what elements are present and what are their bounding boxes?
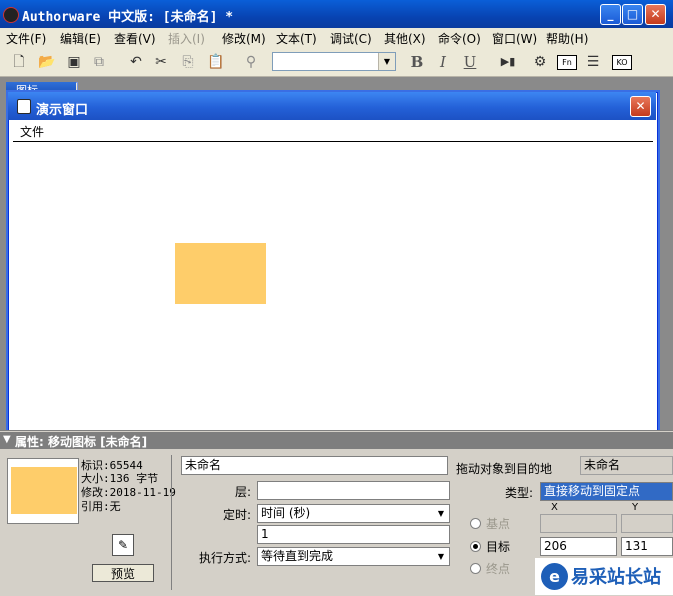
target-point-radio[interactable] <box>470 541 481 552</box>
run-icon[interactable]: ▶▮ <box>498 52 518 72</box>
minimize-button[interactable]: _ <box>600 4 621 25</box>
y-column-label: Y <box>632 502 639 513</box>
menu-other[interactable]: 其他(X) <box>384 30 426 47</box>
moving-object[interactable] <box>175 243 266 304</box>
menu-modify[interactable]: 修改(M) <box>222 30 266 47</box>
maximize-button[interactable]: □ <box>622 4 643 25</box>
presentation-title: 演示窗口 <box>36 103 89 118</box>
icon-preview-object <box>11 467 77 514</box>
undo-icon[interactable]: ↶ <box>126 52 146 72</box>
target-point-label: 目标 <box>486 540 511 554</box>
end-point-radio[interactable] <box>470 563 481 574</box>
find-icon[interactable]: ⚲ <box>241 52 261 72</box>
chevron-down-icon: ▼ <box>378 53 395 70</box>
preview-button[interactable]: 预览 <box>92 564 154 582</box>
menu-file[interactable]: 文件(F) <box>6 30 46 47</box>
presentation-menu-file[interactable]: 文件 <box>20 123 44 140</box>
knowledge-objects-button[interactable]: KO <box>612 55 632 70</box>
menu-view[interactable]: 查看(V) <box>114 30 156 47</box>
presentation-close-button[interactable]: ✕ <box>630 96 651 117</box>
import-icon[interactable]: ⧉ <box>89 52 109 72</box>
presentation-window-icon <box>17 99 31 114</box>
menu-command[interactable]: 命令(O) <box>438 30 481 47</box>
cut-icon[interactable]: ✂ <box>151 52 171 72</box>
divider <box>171 455 172 590</box>
x-column-label: X <box>551 502 558 513</box>
new-file-icon[interactable]: 🗋 <box>9 52 29 72</box>
properties-title: 属性: 移动图标 [未命名] <box>15 435 148 449</box>
base-y-field[interactable] <box>621 514 673 533</box>
chevron-down-icon: ▼ <box>437 552 445 561</box>
bold-button[interactable]: B <box>408 52 426 72</box>
menu-insert[interactable]: 插入(I) <box>168 30 205 47</box>
watermark-logo: e <box>541 563 568 590</box>
open-folder-icon[interactable]: 📂 <box>37 52 57 72</box>
type-label: 类型: <box>505 486 534 500</box>
exec-mode-label: 执行方式: <box>199 551 252 565</box>
close-button[interactable]: ✕ <box>645 4 666 25</box>
window-title: Authorware 中文版: [未命名] * <box>22 10 234 25</box>
chevron-down-icon: ▼ <box>437 509 445 518</box>
type-select[interactable]: 直接移动到固定点 <box>540 482 673 501</box>
menu-debug[interactable]: 调试(C) <box>330 30 372 47</box>
base-point-radio[interactable] <box>470 518 481 529</box>
menu-help[interactable]: 帮助(H) <box>546 30 588 47</box>
paste-icon[interactable]: 📋 <box>206 52 226 72</box>
drag-target-label: 拖动对象到目的地 <box>456 462 553 476</box>
copy-icon[interactable]: ⎘ <box>178 52 198 72</box>
target-y-field[interactable]: 131 <box>621 537 673 556</box>
authorware-app-icon[interactable] <box>3 7 19 23</box>
variables-icon[interactable]: ☰ <box>583 52 603 72</box>
info-reference: 引用:无 <box>81 500 121 513</box>
timing-label: 定时: <box>223 508 252 522</box>
functions-button[interactable]: Fn <box>557 55 577 70</box>
save-all-icon[interactable]: ▣ <box>64 52 84 72</box>
layer-field[interactable] <box>257 481 450 500</box>
edit-pencil-icon[interactable]: ✎ <box>112 534 134 556</box>
control-panel-icon[interactable]: ⚙ <box>530 52 550 72</box>
end-point-label: 终点 <box>486 562 511 576</box>
collapse-arrow-icon[interactable]: ▼ <box>3 434 11 445</box>
timing-amount-field[interactable]: 1 <box>257 525 450 544</box>
exec-mode-select-value: 等待直到完成 <box>261 549 334 563</box>
target-x-field[interactable]: 206 <box>540 537 617 556</box>
menu-text[interactable]: 文本(T) <box>276 30 317 47</box>
drag-object-name: 未命名 <box>580 456 673 475</box>
presentation-title-bar[interactable] <box>8 92 656 120</box>
layer-label: 层: <box>235 485 252 499</box>
menu-window[interactable]: 窗口(W) <box>492 30 537 47</box>
timing-select[interactable]: 时间 (秒) ▼ <box>257 504 450 523</box>
icon-name-field[interactable]: 未命名 <box>181 456 448 475</box>
timing-select-value: 时间 (秒) <box>261 506 311 520</box>
base-point-label: 基点 <box>486 517 511 531</box>
base-x-field[interactable] <box>540 514 617 533</box>
underline-button[interactable]: U <box>461 52 479 72</box>
exec-mode-select[interactable]: 等待直到完成 ▼ <box>257 547 450 566</box>
presentation-menu-bar <box>13 121 653 142</box>
font-select[interactable]: ▼ <box>272 52 396 71</box>
presentation-stage <box>13 142 653 428</box>
watermark-text: 易采站长站 <box>571 567 661 588</box>
italic-button[interactable]: I <box>434 52 452 72</box>
menu-edit[interactable]: 编辑(E) <box>60 30 101 47</box>
